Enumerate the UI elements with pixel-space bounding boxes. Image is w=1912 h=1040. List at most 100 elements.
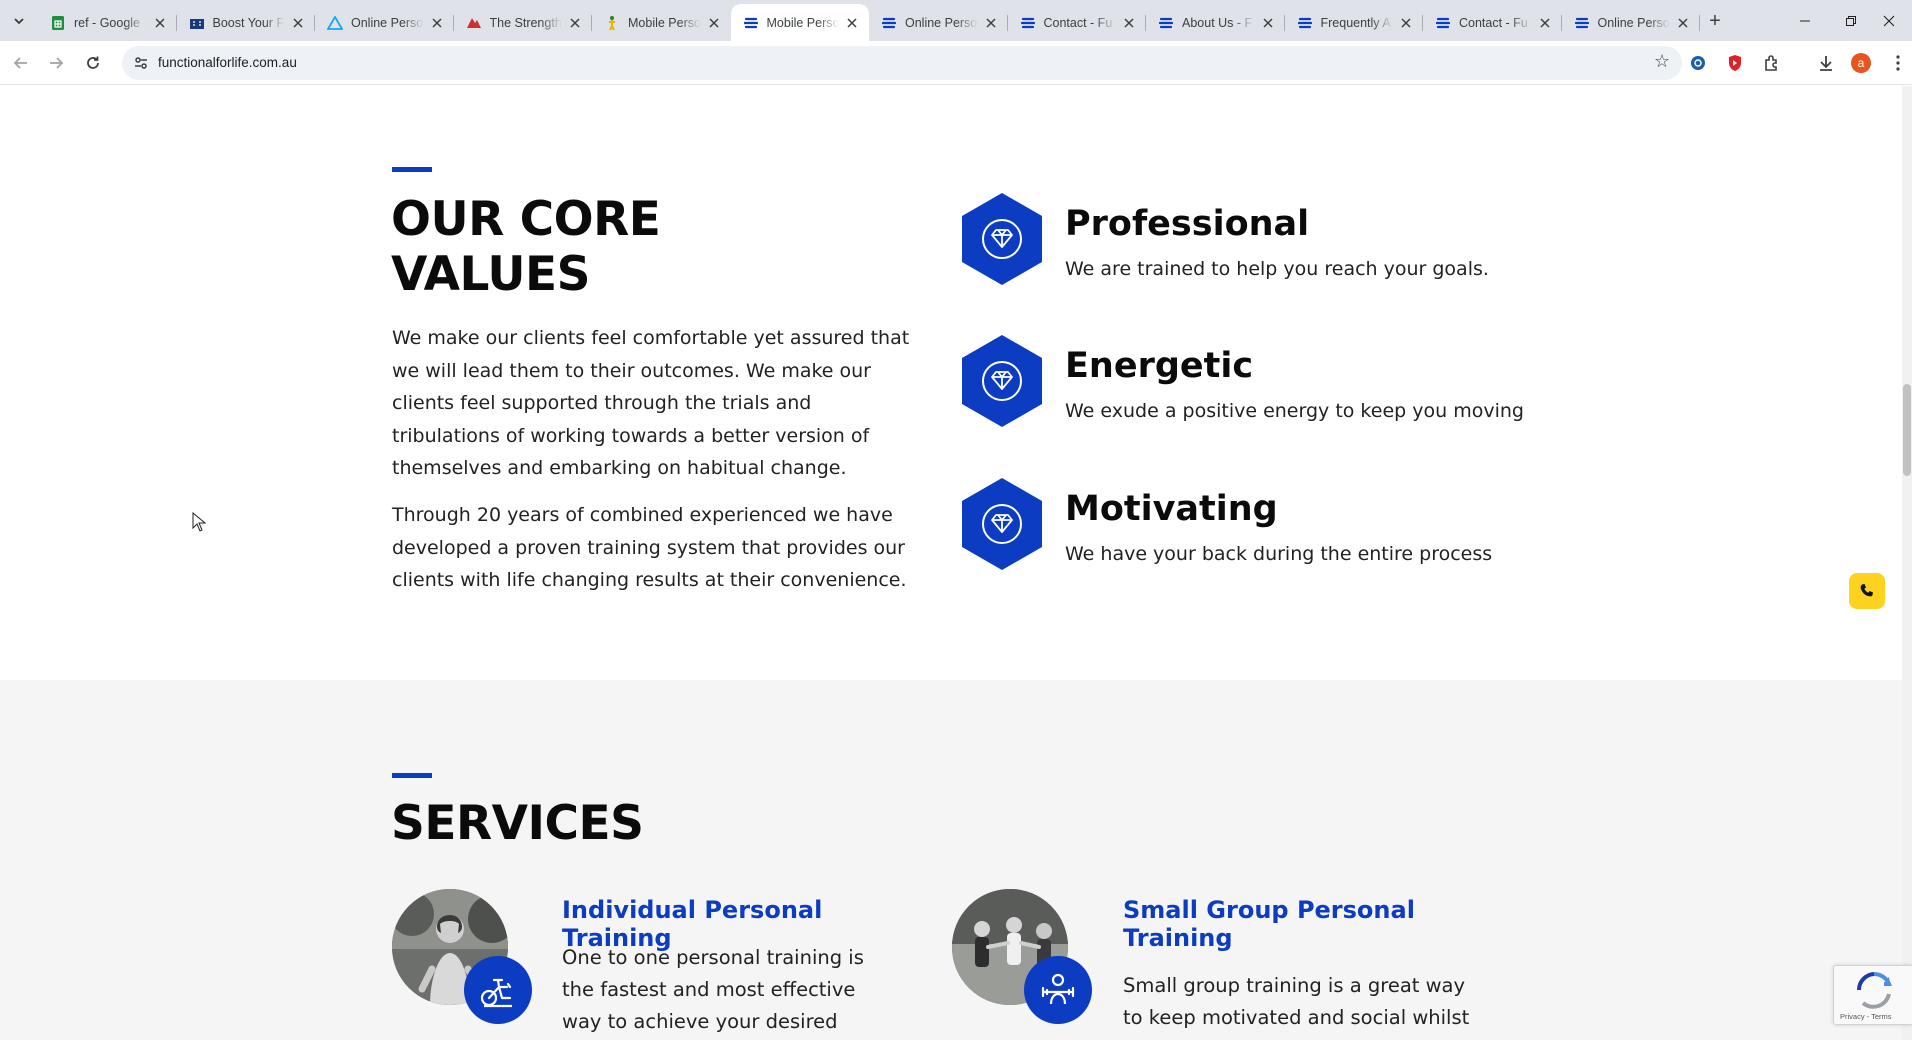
recaptcha-terms-link[interactable]: Privacy - Terms bbox=[1840, 1012, 1892, 1021]
close-tab-icon[interactable] bbox=[705, 14, 723, 32]
close-tab-icon[interactable] bbox=[428, 14, 446, 32]
core-values-paragraph-1: We make our clients feel comfortable yet… bbox=[392, 327, 910, 479]
close-tab-icon[interactable] bbox=[1120, 14, 1138, 32]
value-item-motivating: Motivating We have your back during the … bbox=[962, 478, 1522, 570]
core-values-section: OUR CORE VALUES We make our clients feel… bbox=[0, 86, 1902, 680]
arrow-left-icon bbox=[13, 57, 27, 69]
phone-icon bbox=[1860, 584, 1873, 597]
page-content: OUR CORE VALUES We make our clients feel… bbox=[0, 86, 1902, 1040]
close-tab-icon[interactable] bbox=[1259, 14, 1277, 32]
browser-menu-icon[interactable] bbox=[1886, 51, 1910, 75]
site-logo-icon bbox=[1574, 15, 1590, 31]
google-sheets-icon bbox=[50, 15, 66, 31]
services-section: SERVICES Individual Personal Training On… bbox=[0, 680, 1902, 1040]
browser-tab[interactable]: Mobile Perso bbox=[592, 4, 731, 41]
page-viewport: OUR CORE VALUES We make our clients feel… bbox=[0, 86, 1912, 1040]
strength-logo-icon bbox=[466, 15, 482, 31]
browser-tab[interactable]: Contact - Fu bbox=[1423, 4, 1562, 41]
service-description-small-group: Small group training is a great way to k… bbox=[1123, 974, 1470, 1040]
diamond-icon bbox=[962, 335, 1042, 427]
scrollbar-thumb[interactable] bbox=[1903, 384, 1911, 476]
close-tab-icon[interactable] bbox=[982, 14, 1000, 32]
recaptcha-logo-icon bbox=[1856, 971, 1892, 1009]
tab-title: ref - Google bbox=[74, 15, 141, 30]
value-title: Motivating bbox=[1065, 489, 1278, 529]
diamond-icon bbox=[962, 478, 1042, 570]
browser-tab[interactable]: Online Perso bbox=[869, 4, 1008, 41]
call-button[interactable] bbox=[1849, 573, 1885, 609]
site-logo-icon bbox=[743, 15, 759, 31]
close-tab-icon[interactable] bbox=[289, 14, 307, 32]
minimize-button[interactable] bbox=[1782, 0, 1828, 41]
close-tab-icon[interactable] bbox=[1397, 14, 1415, 32]
profile-initial: a bbox=[1851, 53, 1871, 73]
new-tab-button[interactable]: + bbox=[1702, 8, 1728, 34]
close-icon bbox=[1883, 15, 1895, 26]
service-description-individual: One to one personal training is the fast… bbox=[562, 946, 864, 1033]
chevron-down-icon bbox=[14, 18, 24, 25]
extension-globe-icon[interactable] bbox=[1686, 51, 1710, 75]
reload-icon bbox=[87, 56, 99, 69]
extensions-puzzle-icon[interactable] bbox=[1760, 51, 1784, 75]
value-description: We exude a positive energy to keep you m… bbox=[1065, 400, 1524, 422]
value-description: We are trained to help you reach your go… bbox=[1065, 258, 1489, 280]
services-accent-bar bbox=[392, 773, 432, 778]
core-values-heading-line2: VALUES bbox=[391, 247, 590, 302]
tab-list: ref - Google Boost Your F Online Perso The … bbox=[38, 4, 1700, 41]
reload-button[interactable] bbox=[78, 48, 108, 78]
tab-title: Mobile Perso bbox=[766, 15, 840, 30]
browser-tab[interactable]: Frequently A bbox=[1285, 4, 1424, 41]
site-logo-icon bbox=[1297, 15, 1313, 31]
site-info-icon[interactable] bbox=[130, 52, 152, 74]
address-bar[interactable]: functionalforlife.com.au ☆ bbox=[122, 46, 1682, 80]
tab-search-button[interactable] bbox=[6, 9, 32, 33]
service-title-small-group[interactable]: Small Group Personal Training bbox=[1123, 896, 1423, 952]
url-text[interactable]: functionalforlife.com.au bbox=[158, 55, 297, 70]
value-description: We have your back during the entire proc… bbox=[1065, 543, 1493, 565]
restore-icon bbox=[1846, 15, 1856, 26]
browser-tab[interactable]: The Strength bbox=[454, 4, 593, 41]
close-window-button[interactable] bbox=[1866, 0, 1912, 41]
tab-title: Contact - Fu bbox=[1043, 15, 1113, 30]
browser-tab[interactable]: Contact - Fu bbox=[1008, 4, 1147, 41]
profile-avatar[interactable]: a bbox=[1849, 51, 1873, 75]
close-tab-icon[interactable] bbox=[1536, 14, 1554, 32]
bookmark-star-icon[interactable]: ☆ bbox=[1654, 51, 1670, 72]
close-tab-icon[interactable] bbox=[843, 14, 861, 32]
value-title: Energetic bbox=[1065, 346, 1254, 386]
browser-tab[interactable]: ref - Google bbox=[38, 4, 177, 41]
diamond-icon bbox=[962, 193, 1042, 285]
core-values-heading: OUR CORE VALUES bbox=[391, 192, 661, 302]
tab-title: The Strength bbox=[489, 15, 562, 30]
exercise-bike-icon bbox=[464, 956, 532, 1024]
tab-title: Online Perso bbox=[1597, 15, 1670, 30]
browser-tab[interactable]: Boost Your F bbox=[177, 4, 316, 41]
downloads-icon[interactable] bbox=[1814, 51, 1838, 75]
close-tab-icon[interactable] bbox=[151, 14, 169, 32]
tab-title: Online Perso bbox=[905, 15, 978, 30]
extension-shield-icon[interactable] bbox=[1723, 51, 1747, 75]
close-tab-icon[interactable] bbox=[1674, 14, 1692, 32]
browser-tab[interactable]: Online Perso bbox=[315, 4, 454, 41]
back-button[interactable] bbox=[6, 48, 36, 78]
tab-title: Contact - Fu bbox=[1459, 15, 1528, 30]
minimize-icon bbox=[1800, 20, 1810, 21]
core-values-paragraph-2: Through 20 years of combined experienced… bbox=[392, 504, 907, 591]
tab-title: About Us - F bbox=[1182, 15, 1253, 30]
browser-tab[interactable]: Mobile Perso bbox=[730, 4, 869, 41]
core-values-heading-line1: OUR CORE bbox=[391, 192, 661, 247]
site-logo-icon bbox=[1158, 15, 1174, 31]
services-heading: SERVICES bbox=[391, 796, 644, 851]
site-logo-icon bbox=[1435, 15, 1451, 31]
tab-title: Boost Your F bbox=[212, 15, 285, 30]
figure-logo-icon bbox=[604, 15, 620, 31]
core-values-accent-bar bbox=[392, 167, 432, 172]
browser-tab[interactable]: About Us - F bbox=[1146, 4, 1285, 41]
recaptcha-badge[interactable]: Privacy - Terms bbox=[1833, 965, 1912, 1025]
forward-button[interactable] bbox=[41, 48, 71, 78]
page-scrollbar[interactable] bbox=[1902, 86, 1912, 1040]
tab-title: Frequently A bbox=[1320, 15, 1391, 30]
browser-tab[interactable]: Online Perso bbox=[1562, 4, 1701, 41]
close-tab-icon[interactable] bbox=[566, 14, 584, 32]
tab-title: Online Perso bbox=[351, 15, 424, 30]
